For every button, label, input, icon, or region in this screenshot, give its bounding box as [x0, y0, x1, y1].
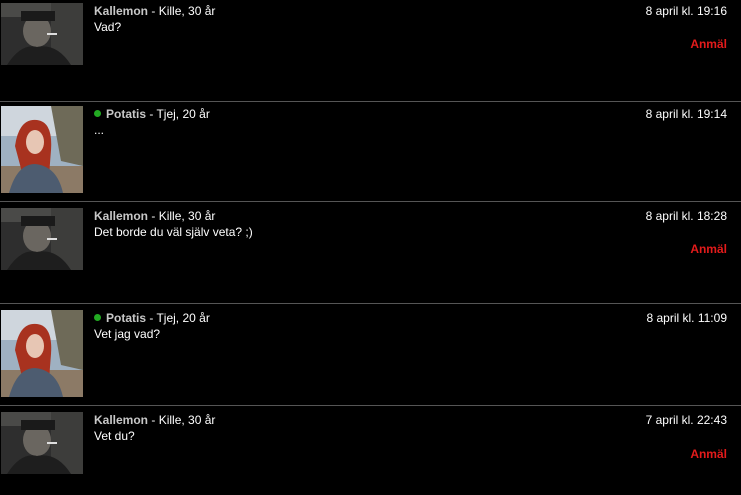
- report-link[interactable]: Anmäl: [690, 37, 727, 51]
- avatar[interactable]: [1, 106, 83, 193]
- message-header: Kallemon - Kille, 30 år: [94, 209, 215, 223]
- message-text: ...: [94, 123, 105, 137]
- avatar-photo-man: [1, 412, 83, 474]
- avatar-photo-woman: [1, 310, 83, 397]
- user-meta: - Kille, 30 år: [151, 209, 216, 223]
- username-link[interactable]: Kallemon: [94, 413, 148, 427]
- message-timestamp: 8 april kl. 19:16: [645, 4, 727, 18]
- username-link[interactable]: Potatis: [106, 107, 146, 121]
- username-link[interactable]: Kallemon: [94, 209, 148, 223]
- report-link[interactable]: Anmäl: [690, 242, 727, 256]
- avatar[interactable]: [1, 310, 83, 397]
- message-header: Potatis - Tjej, 20 år: [94, 107, 210, 121]
- avatar-photo-woman: [1, 106, 83, 193]
- username-link[interactable]: Potatis: [106, 311, 146, 325]
- message-text: Det borde du väl själv veta? ;): [94, 225, 253, 239]
- message-timestamp: 8 april kl. 18:28: [645, 209, 727, 223]
- avatar-photo-man: [1, 208, 83, 270]
- avatar[interactable]: [1, 412, 83, 474]
- avatar[interactable]: [1, 208, 83, 270]
- username-link[interactable]: Kallemon: [94, 4, 148, 18]
- user-meta: - Tjej, 20 år: [149, 311, 210, 325]
- message-item: Kallemon - Kille, 30 år Vet du? 7 april …: [0, 406, 741, 495]
- online-status-dot: [94, 314, 101, 321]
- avatar-photo-man: [1, 3, 83, 65]
- avatar[interactable]: [1, 3, 83, 65]
- message-item: Kallemon - Kille, 30 år Det borde du väl…: [0, 202, 741, 304]
- report-link[interactable]: Anmäl: [690, 447, 727, 461]
- message-header: Kallemon - Kille, 30 år: [94, 413, 215, 427]
- message-text: Vet jag vad?: [94, 327, 161, 341]
- message-header: Potatis - Tjej, 20 år: [94, 311, 210, 325]
- message-timestamp: 7 april kl. 22:43: [645, 413, 727, 427]
- user-meta: - Kille, 30 år: [151, 413, 216, 427]
- message-item: Potatis - Tjej, 20 år ... 8 april kl. 19…: [0, 100, 741, 202]
- message-item: Kallemon - Kille, 30 år Vad? 8 april kl.…: [0, 0, 741, 102]
- message-header: Kallemon - Kille, 30 år: [94, 4, 215, 18]
- message-timestamp: 8 april kl. 19:14: [645, 107, 727, 121]
- online-status-dot: [94, 110, 101, 117]
- message-timestamp: 8 april kl. 11:09: [646, 311, 728, 325]
- message-text: Vet du?: [94, 429, 135, 443]
- message-text: Vad?: [94, 20, 122, 34]
- user-meta: - Kille, 30 år: [151, 4, 216, 18]
- message-item: Potatis - Tjej, 20 år Vet jag vad? 8 apr…: [0, 304, 741, 406]
- user-meta: - Tjej, 20 år: [149, 107, 210, 121]
